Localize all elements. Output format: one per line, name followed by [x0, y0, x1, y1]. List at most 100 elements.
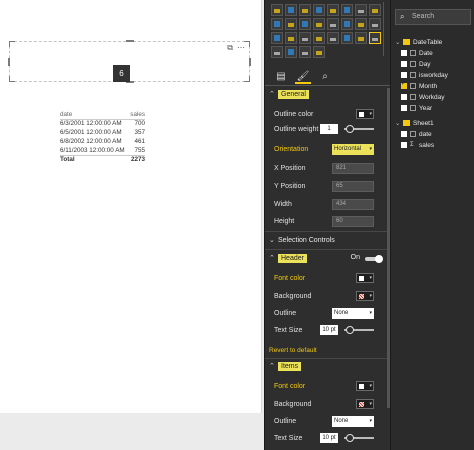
donut-chart-icon[interactable] — [355, 18, 367, 30]
100-bar-chart-icon[interactable] — [327, 4, 339, 16]
area-chart-icon[interactable] — [369, 4, 381, 16]
custom-visual-icon[interactable] — [313, 46, 325, 58]
items-font-color-picker[interactable]: ▾ — [356, 381, 374, 391]
clustered-column-chart-icon[interactable] — [313, 4, 325, 16]
treemap-icon[interactable] — [369, 18, 381, 30]
multi-row-card-icon[interactable] — [341, 32, 353, 44]
field-workday[interactable]: Workday — [401, 94, 473, 104]
filled-map-icon[interactable] — [285, 32, 297, 44]
items-background-picker[interactable]: ▾ — [356, 399, 374, 409]
height-input[interactable]: 60 — [332, 216, 374, 227]
format-options: ⌃ General Outline color ▾ Outline weight … — [265, 86, 391, 450]
outline-color-picker[interactable]: ▾ — [356, 109, 374, 119]
stacked-area-chart-icon[interactable] — [271, 18, 283, 30]
resize-handle[interactable] — [9, 76, 15, 82]
stacked-column-chart-icon[interactable] — [285, 4, 297, 16]
outline-weight-slider[interactable] — [344, 125, 374, 133]
items-text-size-input[interactable]: 10 pt — [320, 433, 338, 443]
chevron-up-icon: ⌃ — [269, 363, 275, 370]
resize-handle[interactable] — [126, 40, 134, 42]
table-datetable[interactable]: ⌄ DateTable — [395, 38, 473, 48]
field-year[interactable]: Year — [401, 105, 473, 115]
line-chart-icon[interactable] — [355, 4, 367, 16]
field-checkbox[interactable] — [401, 50, 407, 57]
field-checkbox[interactable] — [401, 72, 407, 79]
items-text-size-slider[interactable] — [344, 434, 374, 442]
table-visual[interactable]: date sales 6/3/2001 12:00:00 AM 700 6/5/… — [60, 110, 145, 164]
field-checkbox[interactable] — [401, 142, 407, 149]
column-header-date[interactable]: date — [60, 110, 129, 119]
orientation-dropdown[interactable]: Horizontal ▾ — [332, 144, 374, 155]
field-sales[interactable]: Σsales — [401, 142, 473, 152]
items-outline-dropdown[interactable]: None ▾ — [332, 416, 374, 427]
map-icon[interactable] — [271, 32, 283, 44]
ellipsis-icon[interactable]: ⋯ — [237, 43, 245, 53]
header-toggle[interactable] — [365, 255, 383, 263]
width-input[interactable]: 434 — [332, 199, 374, 210]
field-checkbox[interactable] — [401, 131, 407, 138]
card-icon[interactable] — [327, 32, 339, 44]
field-checkbox[interactable] — [401, 61, 407, 68]
field-checkbox[interactable] — [401, 94, 407, 101]
line-column-chart-icon[interactable] — [285, 18, 297, 30]
kpi-icon[interactable] — [355, 32, 367, 44]
field-isworkday[interactable]: isworkday — [401, 72, 473, 82]
height-row: Height 60 — [274, 216, 384, 230]
fields-search-input[interactable]: ⌕ Search — [395, 9, 471, 25]
column-header-sales[interactable]: sales — [129, 110, 145, 119]
focus-mode-icon[interactable]: ⧉ — [227, 43, 233, 53]
table-icon — [403, 39, 410, 46]
table-total-row: Total 2273 — [60, 154, 145, 164]
header-background-picker[interactable]: ▾ — [356, 291, 374, 301]
chevron-up-icon: ⌃ — [269, 255, 275, 262]
chevron-down-icon: ▾ — [369, 401, 372, 407]
funnel-icon[interactable] — [299, 32, 311, 44]
scatter-chart-icon[interactable] — [327, 18, 339, 30]
header-font-color-picker[interactable]: ▾ — [356, 273, 374, 283]
field-checkbox[interactable] — [401, 105, 407, 112]
pie-chart-icon[interactable] — [341, 18, 353, 30]
header-text-size-input[interactable]: 10 pt — [320, 325, 338, 335]
slicer-item[interactable]: 6 — [113, 65, 130, 82]
section-general[interactable]: ⌃ General — [269, 90, 385, 106]
report-page[interactable]: ⧉ ⋯ 6 date sales 6/3/2001 12:00:00 AM 70… — [0, 0, 262, 413]
x-position-input[interactable]: 821 — [332, 163, 374, 174]
field-month[interactable]: Month — [401, 80, 473, 93]
table-cell: 6/8/2002 12:00:00 AM — [60, 138, 122, 145]
resize-handle[interactable] — [249, 58, 251, 66]
slicer-icon[interactable] — [369, 32, 381, 44]
fields-pane: ⌕ Search ⌄DateTable Date Day isworkday M… — [390, 0, 474, 450]
outline-weight-input[interactable]: 1 — [320, 124, 338, 134]
table-icon[interactable] — [271, 46, 283, 58]
table-cell: 6/11/2003 12:00:00 AM — [60, 146, 125, 154]
resize-handle[interactable] — [9, 41, 15, 47]
slicer-visual[interactable]: ⧉ ⋯ 6 — [8, 40, 251, 83]
field-date[interactable]: Date — [401, 50, 473, 60]
stacked-bar-chart-icon[interactable] — [271, 4, 283, 16]
section-title: Items — [278, 362, 302, 371]
fields-tab-icon[interactable]: ▤ — [273, 70, 289, 84]
analytics-tab-icon[interactable]: ⌕ — [317, 70, 333, 84]
revert-to-default-link[interactable]: Revert to default — [269, 347, 317, 354]
chevron-down-icon: ⌄ — [269, 237, 275, 244]
r-script-icon[interactable] — [299, 46, 311, 58]
matrix-icon[interactable] — [285, 46, 297, 58]
ribbon-chart-icon[interactable] — [299, 18, 311, 30]
resize-handle[interactable] — [8, 58, 10, 66]
100-column-chart-icon[interactable] — [341, 4, 353, 16]
table-sheet1[interactable]: ⌄ Sheet1 — [395, 119, 473, 129]
header-text-size-slider[interactable] — [344, 326, 374, 334]
gauge-icon[interactable] — [313, 32, 325, 44]
header-outline-dropdown[interactable]: None ▾ — [332, 308, 374, 319]
section-items[interactable]: ⌃ Items — [269, 362, 385, 378]
field-date[interactable]: date — [401, 131, 473, 141]
section-header[interactable]: ⌃ Header On — [269, 254, 385, 270]
field-day[interactable]: Day — [401, 61, 473, 71]
resize-handle[interactable] — [244, 76, 250, 82]
format-paint-roller-icon[interactable]: 🖌 — [295, 70, 311, 84]
y-position-input[interactable]: 65 — [332, 181, 374, 192]
clustered-bar-chart-icon[interactable] — [299, 4, 311, 16]
waterfall-chart-icon[interactable] — [313, 18, 325, 30]
search-placeholder: Search — [412, 13, 435, 20]
field-checkbox-checked[interactable] — [401, 80, 407, 90]
